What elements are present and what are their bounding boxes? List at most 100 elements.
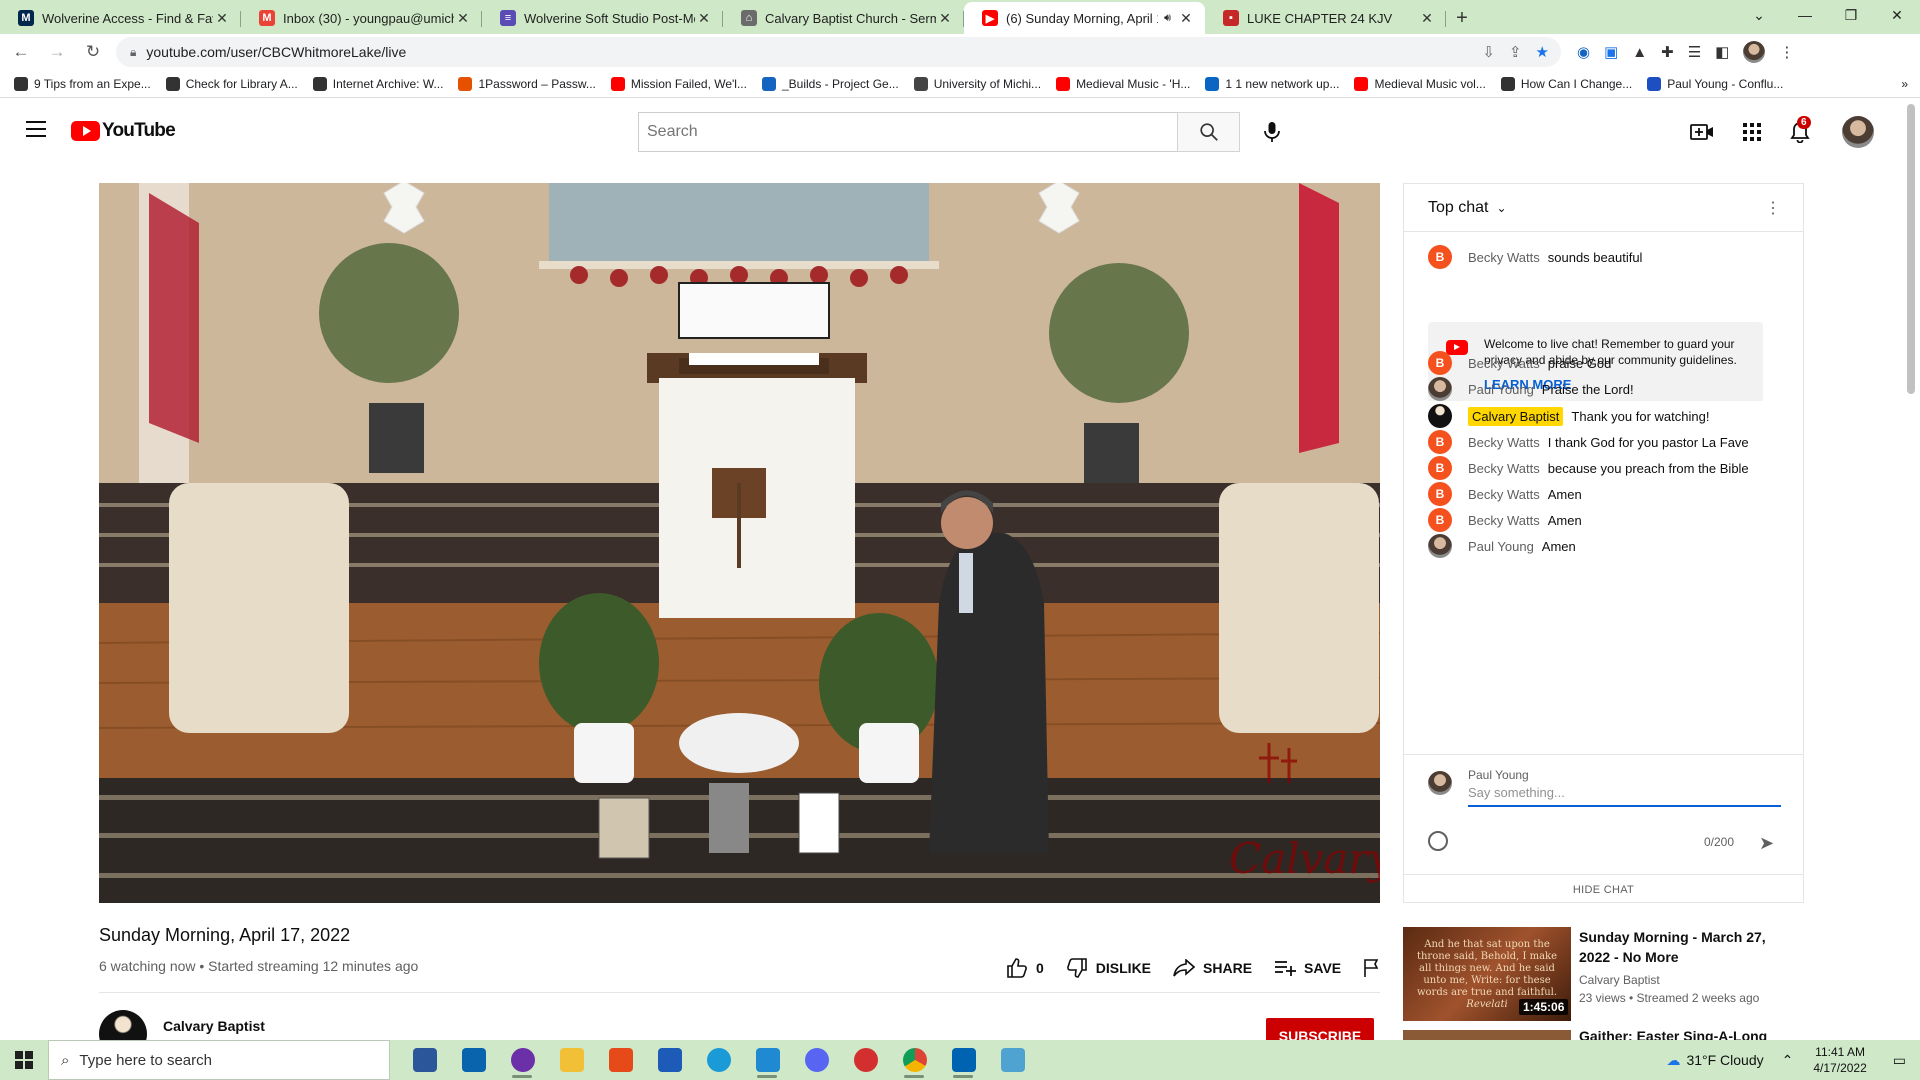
bookmark-item[interactable]: Check for Library A... [165, 76, 298, 91]
word-app-icon[interactable] [645, 1040, 694, 1080]
chat-author[interactable]: Calvary Baptist [1468, 406, 1564, 426]
bookmark-item[interactable]: Medieval Music vol... [1354, 76, 1486, 91]
bookmark-item[interactable]: Paul Young - Conflu... [1647, 76, 1783, 91]
install-app-icon[interactable]: ⇩ [1482, 43, 1495, 61]
send-icon[interactable]: ➤ [1759, 833, 1774, 854]
taskbar-clock[interactable]: 11:41 AM 4/17/2022 [1813, 1044, 1866, 1076]
reload-button[interactable]: ↻ [78, 37, 108, 67]
browser-tab[interactable]: ▶ (6) Sunday Morning, April 17 🔊︎ ✕ [964, 2, 1205, 34]
bookmark-item[interactable]: Internet Archive: W... [312, 76, 443, 91]
menu-hamburger-icon[interactable] [26, 121, 46, 137]
close-tab-icon[interactable]: ✕ [936, 10, 954, 27]
close-tab-icon[interactable]: ✕ [1418, 10, 1436, 27]
minimize-button[interactable]: — [1782, 0, 1828, 30]
extension-2-icon[interactable]: ▣ [1604, 43, 1618, 61]
close-tab-icon[interactable]: ✕ [1177, 10, 1195, 27]
close-window-button[interactable]: ✕ [1874, 0, 1920, 30]
podcast-app-icon[interactable] [498, 1040, 547, 1080]
bookmark-item[interactable]: 1Password – Passw... [458, 76, 596, 91]
bookmark-item[interactable]: University of Michi... [913, 76, 1041, 91]
sticky-app-icon[interactable] [988, 1040, 1037, 1080]
bookmarks-overflow-icon[interactable]: » [1901, 77, 1908, 91]
browser-tab[interactable]: ⌂ Calvary Baptist Church - Sermons✕ [723, 2, 964, 34]
close-tab-icon[interactable]: ✕ [695, 10, 713, 27]
chat-author[interactable]: Becky Watts [1468, 250, 1540, 265]
task-view-icon[interactable] [400, 1040, 449, 1080]
page-scrollbar[interactable] [1907, 104, 1915, 394]
chrome-browser-icon[interactable] [890, 1040, 939, 1080]
channel-name[interactable]: Calvary Baptist [163, 1018, 265, 1034]
chat-author[interactable]: Paul Young [1468, 382, 1534, 397]
chat-author[interactable]: Becky Watts [1468, 461, 1540, 476]
bookmark-item[interactable]: 9 Tips from an Expe... [14, 76, 151, 91]
office-app-icon[interactable] [596, 1040, 645, 1080]
chat-author[interactable]: Becky Watts [1468, 487, 1540, 502]
profile-avatar-icon[interactable] [1743, 41, 1766, 63]
apps-grid-icon[interactable] [1740, 120, 1764, 144]
weather-cloud-icon[interactable]: ☁ [1666, 1052, 1680, 1069]
youtube-logo[interactable]: YouTube [71, 120, 176, 142]
windows-start-button[interactable] [0, 1040, 48, 1080]
report-button[interactable] [1363, 958, 1389, 978]
reading-list-icon[interactable]: ☰ [1688, 43, 1701, 61]
forward-button[interactable]: → [42, 37, 72, 67]
chat-author[interactable]: Paul Young [1468, 539, 1534, 554]
close-tab-icon[interactable]: ✕ [213, 10, 231, 27]
bookmark-star-icon[interactable]: ★ [1536, 43, 1549, 61]
chat-mode-dropdown[interactable]: Top chat [1428, 199, 1488, 217]
create-video-icon[interactable] [1690, 120, 1714, 144]
chat-message[interactable]: Paul Young Praise the Lord! [1428, 374, 1788, 404]
recommended-video[interactable]: And he that sat upon the throne said, Be… [1403, 927, 1823, 1021]
bookmark-item[interactable]: 1 1 new network up... [1205, 76, 1339, 91]
vscode-app-icon[interactable] [743, 1040, 792, 1080]
mail-app-icon[interactable] [449, 1040, 498, 1080]
browser-tab[interactable]: ▪ LUKE CHAPTER 24 KJV ✕ [1205, 2, 1446, 34]
chat-more-options-icon[interactable]: ⋮ [1765, 198, 1781, 218]
video-player[interactable]: Calvary [99, 183, 1380, 903]
like-button[interactable]: 0 [1006, 958, 1044, 978]
back-button[interactable]: ← [6, 37, 36, 67]
emoji-icon[interactable] [1428, 831, 1448, 851]
hide-chat-button[interactable]: HIDE CHAT [1404, 874, 1803, 904]
extension-3-icon[interactable]: ▲ [1632, 44, 1647, 61]
bookmark-item[interactable]: _Builds - Project Ge... [761, 76, 899, 91]
chat-author[interactable]: Becky Watts [1468, 513, 1540, 528]
account-avatar[interactable] [1842, 116, 1874, 148]
chevron-down-icon[interactable]: ⌄ [1496, 201, 1506, 215]
bookmark-item[interactable]: Medieval Music - 'H... [1056, 76, 1190, 91]
save-button[interactable]: SAVE [1274, 959, 1341, 977]
recommended-thumbnail-2[interactable] [1403, 1030, 1571, 1040]
search-button[interactable] [1177, 112, 1240, 152]
browser-menu-icon[interactable]: ⋮ [1779, 43, 1794, 61]
file-explorer-icon[interactable] [547, 1040, 596, 1080]
chat-message[interactable]: B Becky Watts sounds beautiful [1428, 242, 1788, 272]
new-tab-button[interactable]: + [1446, 2, 1478, 34]
close-tab-icon[interactable]: ✕ [454, 10, 472, 27]
audio-playing-icon[interactable]: 🔊︎ [1164, 12, 1171, 25]
browser-tab[interactable]: M Wolverine Access - Find & Favorit✕ [0, 2, 241, 34]
recommended-title[interactable]: Sunday Morning - March 27, 2022 - No Mor… [1579, 927, 1779, 967]
chat-author[interactable]: Becky Watts [1468, 356, 1540, 371]
puzzle-icon[interactable]: ✚ [1661, 43, 1674, 61]
edge-browser-icon[interactable] [694, 1040, 743, 1080]
browser-tab[interactable]: ≡ Wolverine Soft Studio Post-Morte✕ [482, 2, 723, 34]
url-bar[interactable]: 🔒︎ youtube.com/user/CBCWhitmoreLake/live… [116, 37, 1561, 67]
bookmark-item[interactable]: How Can I Change... [1500, 76, 1632, 91]
share-button[interactable]: SHARE [1173, 959, 1252, 977]
tray-overflow-icon[interactable]: ⌃ [1782, 1052, 1794, 1069]
search-input[interactable]: Search [638, 112, 1178, 152]
browser-tab[interactable]: M Inbox (30) - youngpau@umich.ec✕ [241, 2, 482, 34]
help-app-icon[interactable] [841, 1040, 890, 1080]
weather-text[interactable]: 31°F Cloudy [1686, 1052, 1763, 1068]
notification-center-icon[interactable]: ▭ [1893, 1052, 1906, 1069]
tab-search-button[interactable]: ⌄ [1736, 0, 1782, 30]
voice-search-button[interactable] [1252, 112, 1292, 152]
extension-1-icon[interactable]: ◉ [1577, 43, 1590, 61]
discord-app-icon[interactable] [792, 1040, 841, 1080]
bookmark-item[interactable]: Mission Failed, We'l... [610, 76, 747, 91]
chat-message[interactable]: Paul Young Amen [1428, 531, 1788, 561]
dislike-button[interactable]: DISLIKE [1066, 958, 1151, 978]
chat-author[interactable]: Becky Watts [1468, 435, 1540, 450]
chat-input[interactable]: Say something... [1468, 785, 1781, 807]
share-icon[interactable]: ⇪ [1509, 43, 1522, 61]
